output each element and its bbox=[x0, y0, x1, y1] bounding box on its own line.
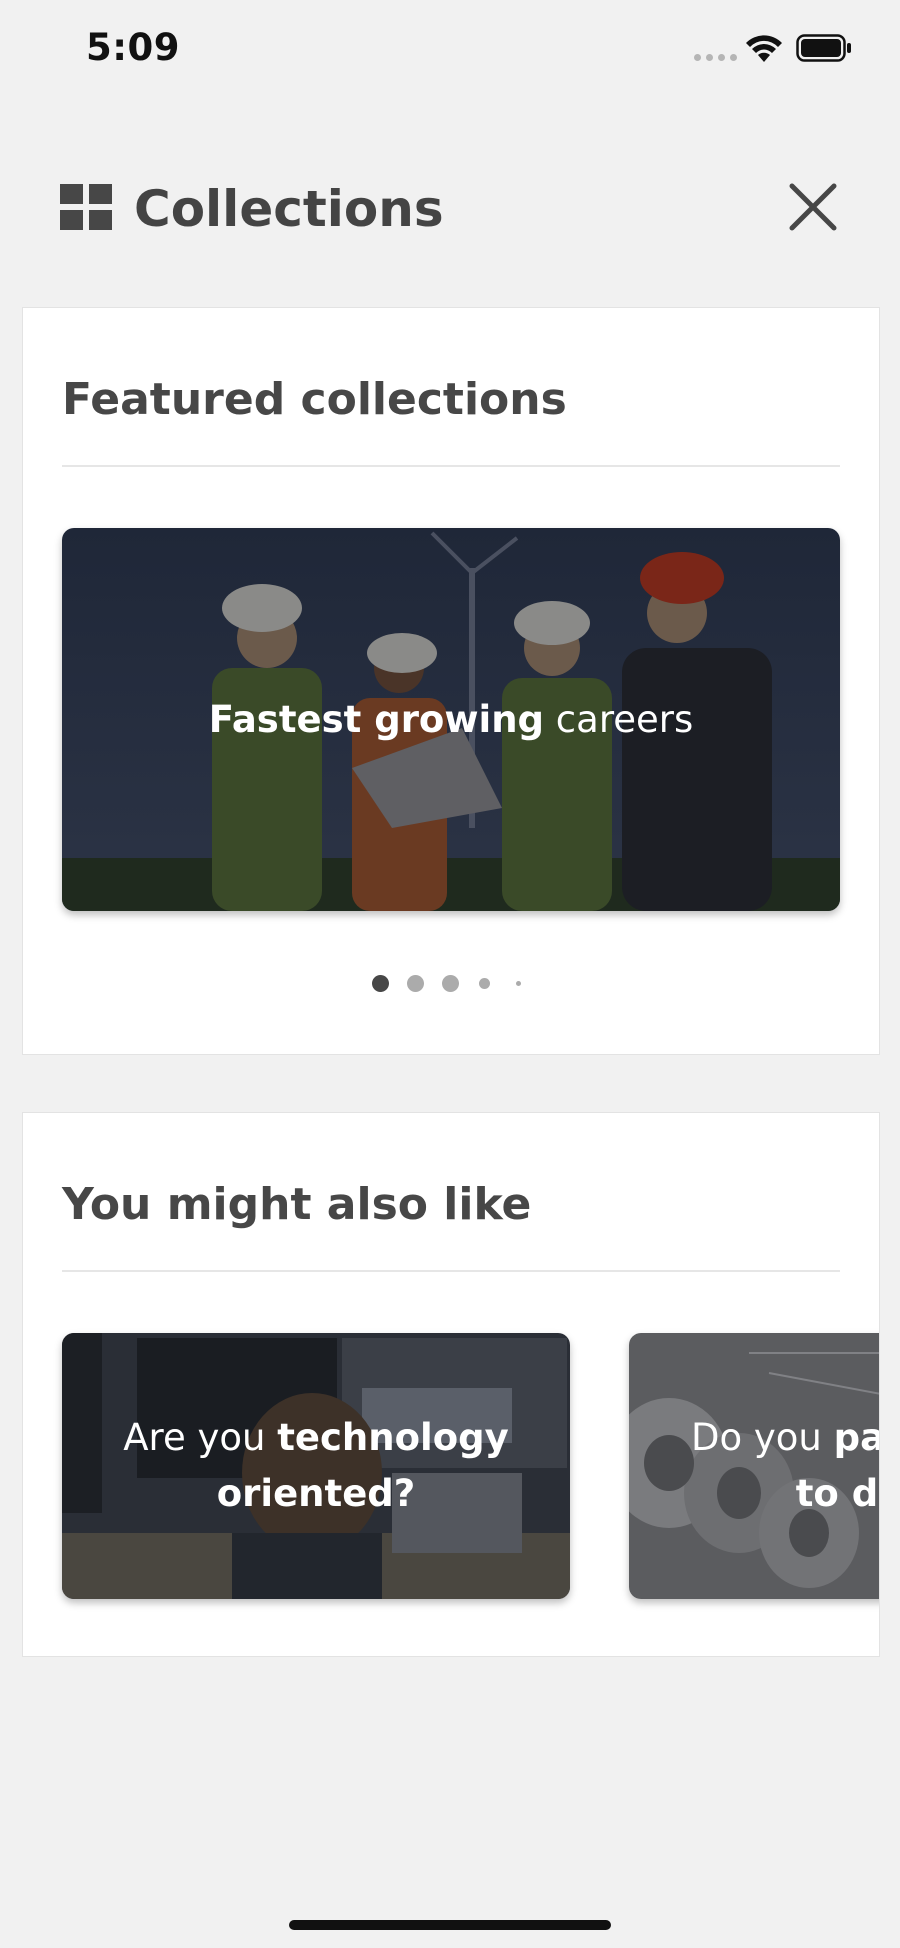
battery-icon bbox=[796, 34, 851, 62]
close-icon bbox=[789, 183, 837, 231]
carousel-pagination bbox=[23, 971, 879, 995]
you-might-also-like-title: You might also like bbox=[62, 1179, 532, 1230]
featured-collection-slide[interactable]: Fastest growing careers bbox=[62, 528, 840, 911]
caption-bold: to de bbox=[795, 1472, 879, 1515]
status-bar: 5:09 bbox=[0, 0, 900, 100]
grid-icon bbox=[60, 184, 112, 230]
home-indicator[interactable] bbox=[289, 1920, 611, 1930]
pagination-dot[interactable] bbox=[479, 978, 490, 989]
pagination-dot[interactable] bbox=[442, 975, 459, 992]
divider bbox=[62, 465, 840, 467]
collection-card-technology[interactable]: Are you technology oriented? bbox=[62, 1333, 570, 1599]
divider bbox=[62, 1270, 840, 1272]
technology-card-caption: Are you technology oriented? bbox=[62, 1333, 570, 1599]
you-might-also-like-card: You might also like Are you technology or… bbox=[22, 1112, 880, 1657]
blueprints-card-caption: Do you pay to de bbox=[629, 1333, 879, 1599]
caption-regular: Are you bbox=[123, 1416, 278, 1459]
collection-card-blueprints[interactable]: Do you pay to de bbox=[629, 1333, 879, 1599]
pagination-dot[interactable] bbox=[407, 975, 424, 992]
caption-bold: technology bbox=[277, 1416, 509, 1459]
featured-slide-caption: Fastest growing careers bbox=[62, 528, 840, 911]
caption-bold: pay bbox=[833, 1416, 879, 1459]
collections-header: Collections bbox=[60, 178, 840, 238]
wifi-icon bbox=[746, 35, 782, 62]
caption-bold: Fastest growing bbox=[208, 698, 545, 741]
caption-bold: oriented? bbox=[216, 1472, 416, 1515]
featured-collections-card: Featured collections Fastest growing car… bbox=[22, 307, 880, 1055]
caption-regular: careers bbox=[544, 698, 694, 741]
featured-collections-title: Featured collections bbox=[62, 374, 567, 425]
pagination-dot-active[interactable] bbox=[372, 975, 389, 992]
pagination-dot[interactable] bbox=[516, 981, 521, 986]
close-button[interactable] bbox=[786, 180, 840, 234]
cellular-signal-icon bbox=[694, 54, 737, 61]
status-time: 5:09 bbox=[86, 26, 181, 69]
caption-regular: Do you bbox=[691, 1416, 834, 1459]
page-title: Collections bbox=[134, 180, 444, 238]
